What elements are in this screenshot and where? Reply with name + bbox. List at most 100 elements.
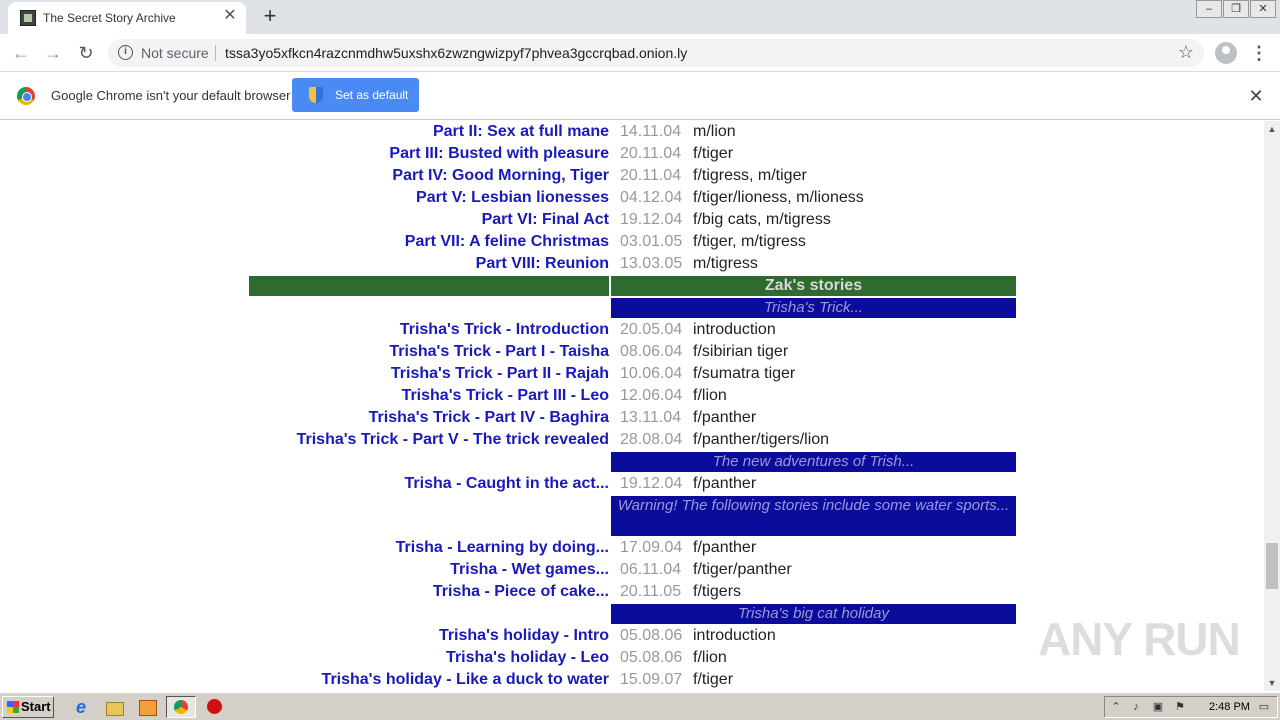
story-row: Part V: Lesbian lionesses 04.12.04 f/tiger…: [0, 187, 1264, 209]
story-date: 13.03.05: [620, 255, 683, 272]
story-date: 20.11.05: [620, 583, 682, 600]
window-controls: – ❐ ✕: [1195, 0, 1276, 18]
file-explorer-icon[interactable]: [103, 697, 125, 717]
chrome-logo-icon: [17, 87, 35, 105]
scroll-down-arrow-icon[interactable]: ▼: [1264, 675, 1280, 691]
story-title-link[interactable]: Trisha - Caught in the act...: [405, 475, 609, 493]
set-as-default-button[interactable]: Set as default: [292, 78, 419, 112]
story-row: Trisha's Trick - Introduction 20.05.04 int…: [0, 319, 1264, 341]
story-title-link[interactable]: Trisha's Trick - Part V - The trick reve…: [297, 431, 609, 449]
internet-explorer-icon[interactable]: e: [70, 697, 92, 717]
tab-close-icon[interactable]: ✕: [222, 8, 238, 24]
story-title-link[interactable]: Trisha's Trick - Part IV - Baghira: [369, 409, 609, 427]
story-row: Trisha's Trick - Part III - Leo 12.06.04 f…: [0, 385, 1264, 407]
stop-sign-icon[interactable]: [204, 697, 226, 717]
tray-expand-icon[interactable]: ⌃: [1109, 700, 1123, 714]
story-title-link[interactable]: Part VIII: Reunion: [476, 255, 609, 273]
story-date: 20.11.04: [620, 167, 682, 184]
info-icon[interactable]: i: [118, 45, 133, 60]
story-date: 17.09.04: [620, 539, 683, 556]
story-row: Trisha - Wet games... 06.11.04 f/tiger/pan…: [0, 559, 1264, 581]
story-date: 19.12.04: [620, 211, 683, 228]
story-title-link[interactable]: Part II: Sex at full mane: [433, 123, 609, 141]
story-title-link[interactable]: Trisha's Trick - Part II - Rajah: [391, 365, 609, 383]
story-title-link[interactable]: Part IV: Good Morning, Tiger: [392, 167, 609, 185]
set-as-default-label: Set as default: [335, 88, 409, 102]
watermark-logo: ANY RUN: [1038, 613, 1241, 665]
restore-button[interactable]: ❐: [1223, 0, 1249, 18]
story-title-link[interactable]: Trisha - Piece of cake...: [433, 583, 609, 601]
story-date: 19.12.04: [620, 475, 683, 492]
tab-title: The Secret Story Archive: [43, 11, 176, 25]
story-date: 10.06.04: [620, 365, 683, 382]
story-title-link[interactable]: Trisha's Trick - Part III - Leo: [402, 387, 609, 405]
story-title-link[interactable]: Part III: Busted with pleasure: [389, 145, 609, 163]
bookmark-star-icon[interactable]: ☆: [1178, 42, 1194, 63]
story-title-link[interactable]: Part VII: A feline Christmas: [405, 233, 609, 251]
start-button[interactable]: Start: [2, 696, 54, 718]
section-header-left-cell: [249, 276, 609, 296]
story-title-link[interactable]: Trisha - Learning by doing...: [396, 539, 609, 557]
story-title-link[interactable]: Trisha's Trick - Part I - Taisha: [389, 343, 609, 361]
reload-button[interactable]: ↻: [73, 40, 99, 66]
story-row: Trisha - Caught in the act... 19.12.04 f/p…: [0, 473, 1264, 495]
story-category: f/panther/tigers/lion: [693, 431, 830, 448]
start-label: Start: [21, 699, 51, 714]
scroll-up-arrow-icon[interactable]: ▲: [1264, 121, 1280, 137]
story-category: f/panther: [693, 409, 757, 426]
uac-shield-icon: [309, 87, 323, 103]
site-favicon-icon: [20, 10, 36, 26]
page-content: Part II: Sex at full mane 14.11.04 m/lion P…: [0, 121, 1264, 691]
chrome-taskbar-icon[interactable]: [166, 696, 196, 718]
story-category: f/tigers: [693, 583, 742, 600]
story-row: Trisha's Trick - Part IV - Baghira 13.11.…: [0, 407, 1264, 429]
new-tab-button[interactable]: +: [258, 5, 282, 29]
story-date: 13.11.04: [620, 409, 682, 426]
show-desktop-icon[interactable]: ▭: [1257, 700, 1271, 714]
back-button[interactable]: ←: [8, 40, 34, 66]
story-date: 06.11.04: [620, 561, 682, 578]
story-category: f/sibirian tiger: [693, 343, 789, 360]
page-scrollbar[interactable]: ▲ ▼: [1264, 121, 1280, 691]
story-date: 03.01.05: [620, 233, 683, 250]
story-title-link[interactable]: Part VI: Final Act: [482, 211, 609, 229]
volume-icon[interactable]: ♪: [1129, 700, 1143, 714]
media-player-icon[interactable]: [136, 697, 158, 717]
story-category: f/big cats, m/tigress: [693, 211, 831, 228]
story-category: f/tiger/lioness, m/lioness: [693, 189, 864, 206]
story-title-link[interactable]: Trisha's holiday - Leo: [446, 649, 609, 667]
story-date: 14.11.04: [620, 123, 682, 140]
story-row: Trisha's Trick - Part II - Rajah 10.06.04…: [0, 363, 1264, 385]
menu-kebab-icon[interactable]: ⋮: [1250, 41, 1268, 65]
story-title-link[interactable]: Trisha's holiday - Like a duck to water: [322, 671, 609, 689]
story-row: Part VII: A feline Christmas 03.01.05 f/ti…: [0, 231, 1264, 253]
story-title-link[interactable]: Part V: Lesbian lionesses: [416, 189, 609, 207]
close-window-button[interactable]: ✕: [1250, 0, 1276, 18]
story-category: introduction: [693, 627, 776, 644]
story-category: f/tigress, m/tiger: [693, 167, 807, 184]
windows-flag-icon: [7, 701, 19, 713]
forward-button[interactable]: →: [40, 40, 66, 66]
infobar-close-icon[interactable]: ✕: [1246, 86, 1266, 106]
story-category: f/panther: [693, 539, 757, 556]
url-text[interactable]: tssa3yo5xfkcn4razcnmdhw5uxshx6zwzngwizpy…: [225, 45, 687, 61]
profile-avatar-icon[interactable]: [1215, 42, 1237, 64]
story-row: Part VIII: Reunion 13.03.05 m/tigress: [0, 253, 1264, 275]
story-category: f/sumatra tiger: [693, 365, 796, 382]
network-icon[interactable]: ▣: [1151, 700, 1165, 714]
story-row: Trisha - Learning by doing... 17.09.04 f/p…: [0, 537, 1264, 559]
story-row: Part VI: Final Act 19.12.04 f/big cats, m/…: [0, 209, 1264, 231]
story-title-link[interactable]: Trisha - Wet games...: [450, 561, 609, 579]
subheader-trick: Trisha's Trick...: [611, 298, 1016, 318]
minimize-button[interactable]: –: [1196, 0, 1222, 18]
taskbar-clock[interactable]: 2:48 PM: [1209, 701, 1250, 713]
action-center-flag-icon[interactable]: ⚑: [1173, 700, 1187, 714]
scroll-thumb[interactable]: [1266, 543, 1278, 589]
security-label[interactable]: Not secure: [141, 45, 209, 61]
story-date: 12.06.04: [620, 387, 683, 404]
story-row: Trisha's Trick - Part V - The trick reve…: [0, 429, 1264, 451]
address-bar[interactable]: i Not secure tssa3yo5xfkcn4razcnmdhw5uxs…: [108, 39, 1204, 67]
story-title-link[interactable]: Trisha's holiday - Intro: [439, 627, 609, 645]
story-title-link[interactable]: Trisha's Trick - Introduction: [400, 321, 609, 339]
browser-tab[interactable]: The Secret Story Archive ✕: [8, 2, 246, 34]
